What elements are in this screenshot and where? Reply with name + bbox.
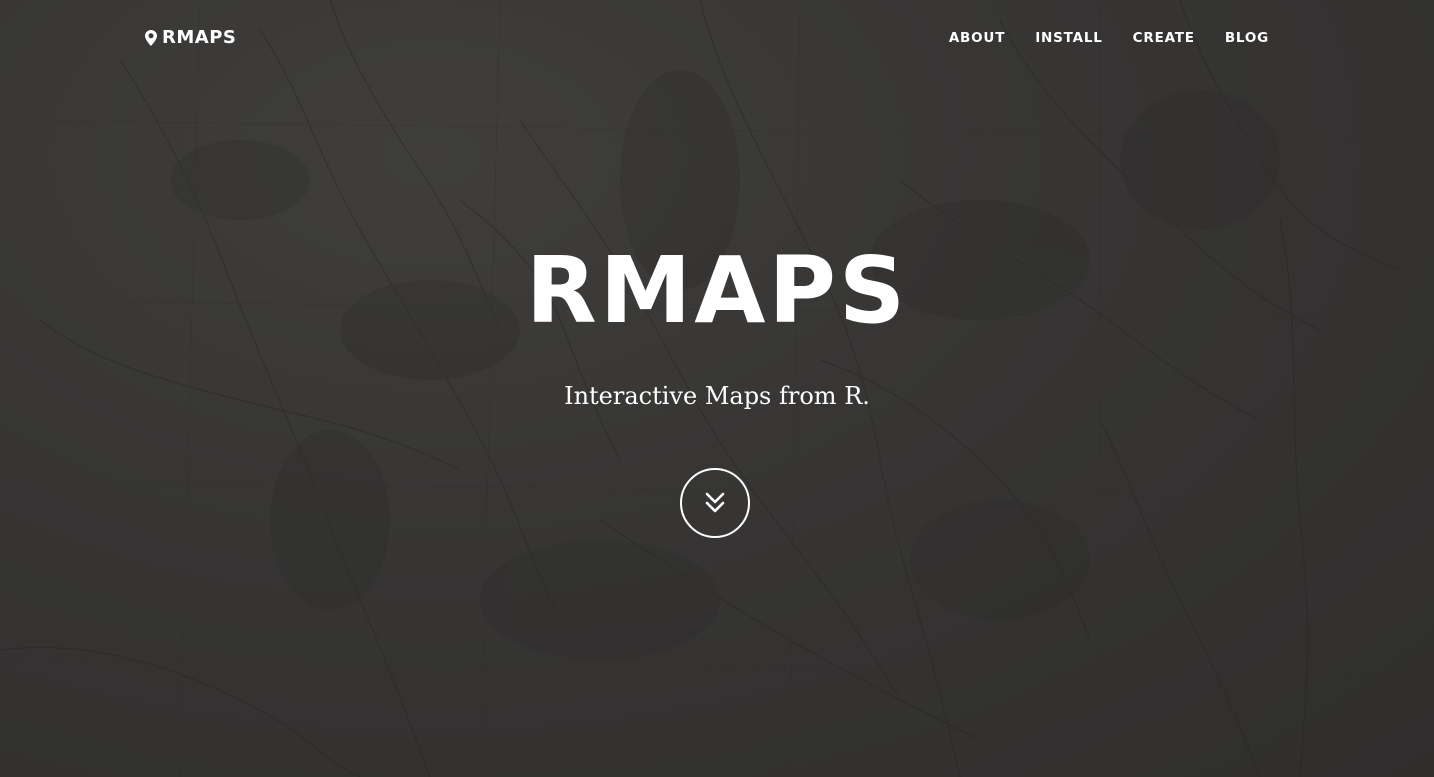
double-chevron-down-icon xyxy=(705,492,725,513)
nav-link-about[interactable]: ABOUT xyxy=(949,30,1005,46)
hero-title: RMAPS xyxy=(525,237,909,344)
brand-label: RMAPS xyxy=(162,27,237,48)
intro-header: RMAPS ABOUT INSTALL CREATE BLOG RMAPS In… xyxy=(0,0,1434,777)
nav-link-create[interactable]: CREATE xyxy=(1133,30,1195,46)
nav-links: ABOUT INSTALL CREATE BLOG xyxy=(919,30,1269,46)
brand-link[interactable]: RMAPS xyxy=(145,27,236,48)
scroll-down-button[interactable] xyxy=(680,468,750,538)
hero-subtitle: Interactive Maps from R. xyxy=(564,382,870,410)
map-marker-icon xyxy=(145,29,157,46)
nav-link-blog[interactable]: BLOG xyxy=(1225,30,1269,46)
nav-link-install[interactable]: INSTALL xyxy=(1035,30,1102,46)
navbar: RMAPS ABOUT INSTALL CREATE BLOG xyxy=(0,0,1434,78)
